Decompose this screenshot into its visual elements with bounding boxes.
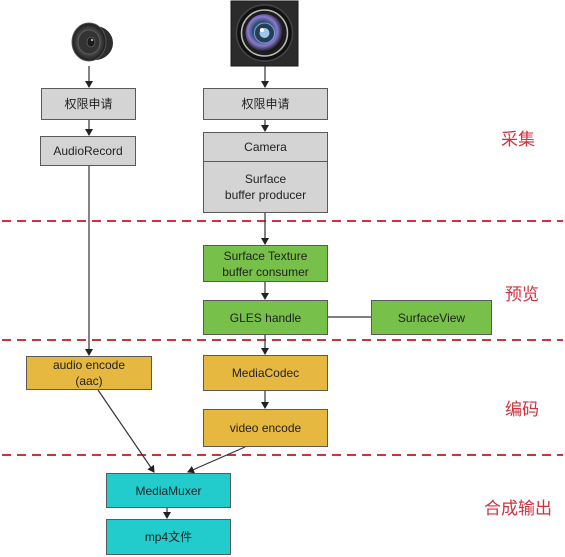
video-permission-label: 权限申请 — [241, 97, 290, 111]
video-encode-label: video encode — [229, 421, 302, 435]
surfaceview-box: SurfaceView — [371, 300, 492, 335]
video-encode-box: video encode — [203, 409, 328, 447]
mediacodec-label: MediaCodec — [231, 366, 300, 380]
audio-permission-label: 权限申请 — [64, 97, 113, 111]
mediamuxer-box: MediaMuxer — [106, 473, 231, 508]
stage-label-capture: 采集 — [501, 130, 535, 150]
surface-producer-box: Surface buffer producer — [203, 161, 328, 213]
surfaceview-label: SurfaceView — [397, 310, 466, 325]
camera-label: Camera — [244, 140, 287, 154]
stage-label-preview: 预览 — [505, 285, 539, 305]
camera-box: Camera — [203, 132, 328, 162]
video-permission-box: 权限申请 — [203, 88, 328, 120]
surface-texture-box: Surface Texture buffer consumer — [203, 245, 328, 282]
audio-encode-box: audio encode (aac) — [26, 356, 152, 390]
audio-encode-label-line2: (aac) — [75, 374, 103, 388]
audio-encode-label-line1: audio encode — [52, 358, 126, 372]
mp4-file-box: mp4文件 — [106, 519, 231, 555]
stage-label-mux: 合成输出 — [484, 499, 552, 519]
mediacodec-box: MediaCodec — [203, 355, 328, 391]
mp4-file-label: mp4文件 — [144, 530, 193, 544]
audio-permission-box: 权限申请 — [41, 88, 136, 120]
camera-lens-icon — [230, 0, 299, 67]
mediamuxer-label: MediaMuxer — [135, 483, 202, 498]
surface-texture-label-line1: Surface Texture — [223, 248, 308, 263]
edge-audio-encode-to-muxer — [97, 389, 155, 473]
surface-producer-label-line2: buffer producer — [224, 188, 307, 202]
audiorecord-box: AudioRecord — [40, 136, 136, 166]
speaker-icon — [71, 22, 113, 62]
edge-video-encode-to-muxer — [187, 446, 246, 474]
stage-label-encode: 编码 — [505, 400, 539, 420]
gles-handle-box: GLES handle — [203, 300, 328, 335]
gles-handle-label: GLES handle — [229, 310, 302, 325]
audiorecord-label: AudioRecord — [53, 144, 123, 158]
surface-texture-label-line2: buffer consumer — [222, 264, 309, 279]
surface-producer-label-line1: Surface — [244, 172, 287, 186]
